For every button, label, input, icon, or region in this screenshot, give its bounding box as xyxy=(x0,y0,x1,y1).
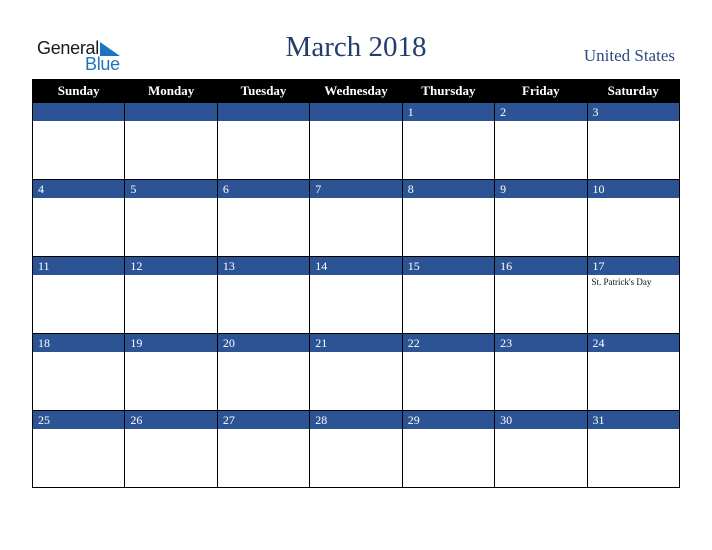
day-cell[interactable]: 26 xyxy=(124,410,218,488)
week-row: 123 xyxy=(31,102,681,180)
weekday-tuesday: Tuesday xyxy=(216,79,311,103)
day-cell[interactable]: 4 xyxy=(31,179,126,257)
day-number: 21 xyxy=(310,334,402,352)
week-row: 25 26 27 28 29 30 31 xyxy=(31,410,681,488)
day-number: 1 xyxy=(402,103,495,121)
day-cell[interactable]: 15 xyxy=(401,256,496,334)
day-cell[interactable]: 16 xyxy=(494,256,588,334)
day-number: 6 xyxy=(217,180,310,198)
day-cell[interactable] xyxy=(309,102,403,180)
day-cell[interactable]: 22 xyxy=(401,333,496,411)
day-number: 24 xyxy=(587,334,679,352)
day-cell[interactable]: 28 xyxy=(309,410,403,488)
day-number: 17 xyxy=(587,257,679,275)
day-cell[interactable]: 30 xyxy=(494,410,588,488)
day-number: 9 xyxy=(495,180,587,198)
day-number: 15 xyxy=(402,257,495,275)
day-cell[interactable]: 12 xyxy=(124,256,218,334)
day-cell[interactable]: 23 xyxy=(494,333,588,411)
weekday-friday: Friday xyxy=(494,79,588,103)
day-cell[interactable]: 29 xyxy=(401,410,496,488)
day-number: 25 xyxy=(33,411,125,429)
day-cell[interactable] xyxy=(31,102,126,180)
day-cell[interactable]: 14 xyxy=(309,256,403,334)
day-cell[interactable]: 17 St. Patrick's Day xyxy=(586,256,681,334)
day-number: 3 xyxy=(587,103,679,121)
country-label: United States xyxy=(583,46,675,65)
day-number: 31 xyxy=(587,411,679,429)
day-number: 2 xyxy=(495,103,587,121)
week-row: 11 12 13 14 15 16 17 St. Patrick's Day xyxy=(31,256,681,334)
day-cell[interactable]: 25 xyxy=(31,410,126,488)
day-number: 11 xyxy=(33,257,125,275)
weekday-sunday: Sunday xyxy=(31,79,126,103)
day-number: 13 xyxy=(217,257,310,275)
weekday-monday: Monday xyxy=(124,79,218,103)
day-number: 14 xyxy=(310,257,402,275)
day-number: 27 xyxy=(217,411,310,429)
day-number: 4 xyxy=(33,180,125,198)
day-cell[interactable]: 10 xyxy=(586,179,681,257)
day-number: 8 xyxy=(402,180,495,198)
weekday-thursday: Thursday xyxy=(401,79,496,103)
day-cell[interactable]: 3 xyxy=(586,102,681,180)
day-cell[interactable]: 27 xyxy=(216,410,311,488)
day-number: 18 xyxy=(33,334,125,352)
day-cell[interactable]: 31 xyxy=(586,410,681,488)
day-cell[interactable]: 19 xyxy=(124,333,218,411)
weekday-header-row: Sunday Monday Tuesday Wednesday Thursday… xyxy=(31,79,681,103)
weekday-saturday: Saturday xyxy=(586,79,681,103)
day-cell[interactable]: 2 xyxy=(494,102,588,180)
day-cell[interactable]: 20 xyxy=(216,333,311,411)
day-number: 30 xyxy=(495,411,587,429)
day-number: 28 xyxy=(310,411,402,429)
day-number: 23 xyxy=(495,334,587,352)
day-number: 19 xyxy=(125,334,217,352)
day-number: 5 xyxy=(125,180,217,198)
day-cell[interactable]: 13 xyxy=(216,256,311,334)
day-cell[interactable]: 5 xyxy=(124,179,218,257)
day-cell[interactable]: 24 xyxy=(586,333,681,411)
calendar-grid: Sunday Monday Tuesday Wednesday Thursday… xyxy=(31,79,681,488)
day-cell[interactable]: 8 xyxy=(401,179,496,257)
day-number: 12 xyxy=(125,257,217,275)
day-number: 22 xyxy=(402,334,495,352)
day-cell[interactable]: 11 xyxy=(31,256,126,334)
day-cell[interactable] xyxy=(216,102,311,180)
day-number xyxy=(33,103,125,121)
day-number: 7 xyxy=(310,180,402,198)
day-cell[interactable]: 21 xyxy=(309,333,403,411)
day-cell[interactable]: 1 xyxy=(401,102,496,180)
day-number xyxy=(310,103,402,121)
day-number: 26 xyxy=(125,411,217,429)
day-number: 16 xyxy=(495,257,587,275)
weekday-wednesday: Wednesday xyxy=(309,79,403,103)
week-row: 4 5 6 7 8 9 10 xyxy=(31,179,681,257)
day-cell[interactable] xyxy=(124,102,218,180)
day-number: 20 xyxy=(217,334,310,352)
day-number: 29 xyxy=(402,411,495,429)
day-cell[interactable]: 6 xyxy=(216,179,311,257)
holiday-label: St. Patrick's Day xyxy=(591,277,652,287)
day-number: 10 xyxy=(587,180,679,198)
day-cell[interactable]: 7 xyxy=(309,179,403,257)
day-cell[interactable]: 18 xyxy=(31,333,126,411)
week-row: 18 19 20 21 22 23 24 xyxy=(31,333,681,411)
day-cell[interactable]: 9 xyxy=(494,179,588,257)
day-number xyxy=(125,103,217,121)
day-number xyxy=(217,103,310,121)
